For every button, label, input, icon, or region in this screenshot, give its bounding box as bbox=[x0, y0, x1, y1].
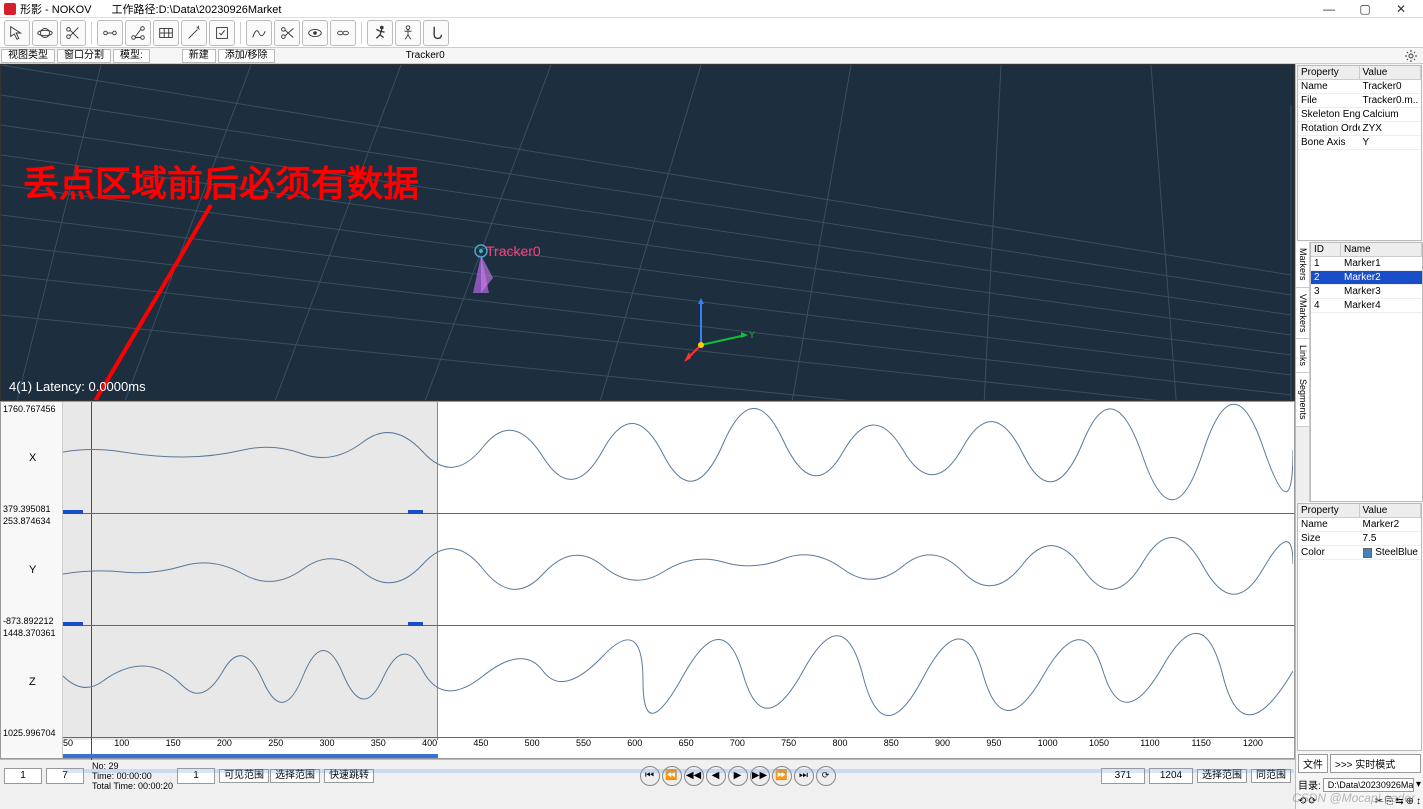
file-button[interactable]: 文件 bbox=[1298, 754, 1328, 773]
curve-y bbox=[63, 514, 1293, 626]
tool-cut-icon[interactable] bbox=[60, 20, 86, 46]
realtime-button[interactable]: >>> 实时模式 bbox=[1330, 754, 1421, 773]
tool-curve-icon[interactable] bbox=[246, 20, 272, 46]
tool-select-icon[interactable] bbox=[4, 20, 30, 46]
latency-text: 4(1) Latency: 0.0000ms bbox=[9, 379, 146, 394]
close-button[interactable]: ✕ bbox=[1383, 0, 1419, 18]
tool-grid-icon[interactable] bbox=[153, 20, 179, 46]
marker-properties-panel: PropertyValue NameMarker2 Size7.5 ColorS… bbox=[1297, 503, 1422, 751]
curve-plot-area[interactable]: 50100150 200250300 350400450 500550600 6… bbox=[63, 402, 1294, 758]
subbar-viewtype[interactable]: 视图类型 bbox=[1, 49, 55, 63]
color-swatch[interactable] bbox=[1363, 548, 1373, 558]
annotation-arrow bbox=[51, 195, 251, 401]
tool-hook-icon[interactable] bbox=[423, 20, 449, 46]
vtab-links[interactable]: Links bbox=[1296, 339, 1309, 373]
tracker-label: Tracker0 bbox=[486, 243, 541, 259]
vertical-tabs: Markers VMarkers Links Segments bbox=[1296, 242, 1310, 502]
subbar-tracker: Tracker0 bbox=[406, 50, 445, 61]
marker-row: 1Marker1 bbox=[1311, 257, 1422, 271]
tool-scissors-icon[interactable] bbox=[274, 20, 300, 46]
minimize-button[interactable]: — bbox=[1311, 0, 1347, 18]
curve-y-labels: 1760.767456 X 379.395081 253.874634 Y -8… bbox=[1, 402, 63, 758]
tool-wand-icon[interactable] bbox=[181, 20, 207, 46]
subbar-new[interactable]: 新建 bbox=[182, 49, 216, 63]
dropdown-icon[interactable]: ▾ bbox=[1416, 779, 1421, 790]
gear-icon[interactable] bbox=[1403, 48, 1419, 64]
dir-path[interactable]: D:\Data\20230926Mar bbox=[1323, 778, 1414, 792]
subbar-addremove[interactable]: 添加/移除 bbox=[218, 49, 275, 63]
curve-editor[interactable]: 1760.767456 X 379.395081 253.874634 Y -8… bbox=[0, 401, 1295, 759]
svg-text:Y: Y bbox=[749, 330, 755, 340]
marker-row: 3Marker3 bbox=[1311, 285, 1422, 299]
time-total: Total Time: 00:00:20 bbox=[92, 781, 173, 791]
frame-in-1[interactable]: 1 bbox=[4, 768, 42, 784]
app-title: 形影 - NOKOV bbox=[20, 1, 92, 17]
curve-z bbox=[63, 626, 1293, 738]
vtab-segments[interactable]: Segments bbox=[1296, 373, 1309, 427]
right-panel: PropertyValue NameTracker0 FileTracker0.… bbox=[1295, 64, 1423, 809]
dir-label: 目录: bbox=[1298, 777, 1321, 792]
curve-x bbox=[63, 402, 1293, 514]
tool-chain-icon[interactable] bbox=[330, 20, 356, 46]
tool-eye-icon[interactable] bbox=[302, 20, 328, 46]
axis-gizmo: Y bbox=[681, 290, 761, 370]
subbar-split[interactable]: 窗口分割 bbox=[57, 49, 111, 63]
maximize-button[interactable]: ▢ bbox=[1347, 0, 1383, 18]
tool-person-stand-icon[interactable] bbox=[395, 20, 421, 46]
vtab-vmarkers[interactable]: VMarkers bbox=[1296, 288, 1309, 340]
tool-process-icon[interactable] bbox=[209, 20, 235, 46]
subbar-model[interactable]: 模型: bbox=[113, 49, 150, 63]
tool-person-run-icon[interactable] bbox=[367, 20, 393, 46]
workpath-label: 工作路径:D:\Data\20230926Market bbox=[112, 1, 282, 17]
tool-orbit-icon[interactable] bbox=[32, 20, 58, 46]
watermark: CSDN @MocapLeader bbox=[1292, 791, 1415, 805]
timeline-selection-bar[interactable] bbox=[63, 754, 438, 758]
tool-link-icon[interactable] bbox=[97, 20, 123, 46]
marker-row-selected: 2Marker2 bbox=[1311, 271, 1422, 285]
marker-row: 4Marker4 bbox=[1311, 299, 1422, 313]
marker-list[interactable]: IDName 1Marker1 2Marker2 3Marker3 4Marke… bbox=[1310, 242, 1423, 502]
properties-panel: PropertyValue NameTracker0 FileTracker0.… bbox=[1297, 65, 1422, 241]
bottom-bar: 1 7 No: 29 Time: 00:00:00 Total Time: 00… bbox=[0, 759, 1295, 791]
edit-icon[interactable]: ↕ bbox=[1416, 796, 1421, 807]
main-toolbar bbox=[0, 18, 1423, 48]
sub-toolbar: 视图类型 窗口分割 模型: 新建 添加/移除 Tracker0 bbox=[0, 48, 1423, 64]
tool-branch-icon[interactable] bbox=[125, 20, 151, 46]
3d-viewport[interactable]: 丢点区域前后必须有数据 Tracker0 Y 4(1) Latency: 0.0… bbox=[0, 64, 1295, 401]
vtab-markers[interactable]: Markers bbox=[1296, 242, 1309, 288]
titlebar: 形影 - NOKOV 工作路径:D:\Data\20230926Market —… bbox=[0, 0, 1423, 18]
app-icon bbox=[4, 3, 16, 15]
